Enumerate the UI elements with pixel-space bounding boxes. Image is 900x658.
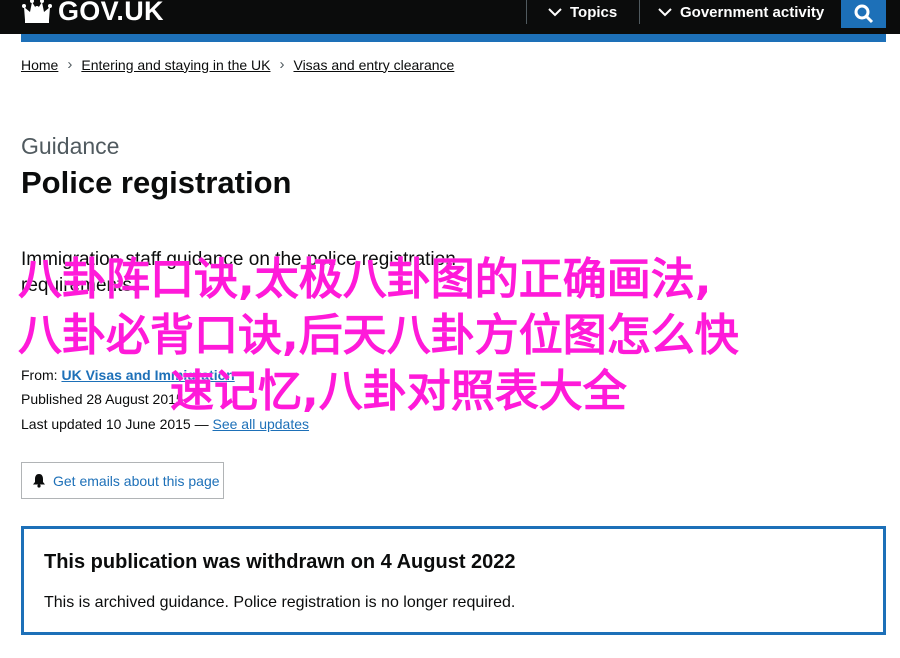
breadcrumb: Home › Entering and staying in the UK › … bbox=[21, 56, 454, 73]
chevron-right-icon: › bbox=[279, 56, 285, 73]
overlay-line-3: 速记忆,八卦对照表大全 bbox=[170, 366, 627, 417]
page-title: Police registration bbox=[21, 165, 292, 200]
page-caption: Guidance bbox=[21, 133, 120, 159]
nav-divider bbox=[639, 0, 640, 24]
chevron-right-icon: › bbox=[67, 56, 73, 73]
nav-government-activity[interactable]: Government activity bbox=[658, 0, 824, 24]
breadcrumb-home[interactable]: Home bbox=[21, 57, 58, 73]
bell-icon bbox=[33, 474, 45, 488]
search-button[interactable] bbox=[841, 0, 886, 28]
get-emails-button[interactable]: Get emails about this page bbox=[21, 462, 224, 499]
logo-text: GOV.UK bbox=[58, 0, 164, 26]
header-blue-stripe bbox=[21, 34, 886, 42]
chevron-down-icon bbox=[548, 8, 562, 17]
site-header: GOV.UK Topics Government activity bbox=[0, 0, 900, 34]
overlay-headline: 八卦阵口诀,太极八卦图的正确画法, 八卦必背口诀,后天八卦方位图怎么快 速记忆,… bbox=[18, 252, 888, 420]
get-emails-label: Get emails about this page bbox=[53, 472, 220, 489]
notice-body: This is archived guidance. Police regist… bbox=[44, 594, 516, 611]
chevron-down-icon bbox=[658, 8, 672, 17]
crown-icon bbox=[22, 0, 52, 23]
govuk-logo-link[interactable]: GOV.UK bbox=[22, 0, 164, 28]
nav-divider bbox=[526, 0, 527, 24]
overlay-line-2: 八卦必背口诀,后天八卦方位图怎么快 bbox=[18, 310, 739, 361]
breadcrumb-visas[interactable]: Visas and entry clearance bbox=[293, 57, 454, 73]
search-icon bbox=[854, 4, 873, 24]
breadcrumb-entering-staying[interactable]: Entering and staying in the UK bbox=[81, 57, 270, 73]
nav-topics-label: Topics bbox=[570, 3, 618, 21]
nav-topics[interactable]: Topics bbox=[548, 0, 617, 24]
overlay-line-1: 八卦阵口诀,太极八卦图的正确画法, bbox=[18, 254, 712, 305]
notice-title: This publication was withdrawn on 4 Augu… bbox=[44, 551, 516, 573]
withdrawn-notice: This publication was withdrawn on 4 Augu… bbox=[21, 526, 886, 635]
nav-government-activity-label: Government activity bbox=[680, 3, 825, 21]
